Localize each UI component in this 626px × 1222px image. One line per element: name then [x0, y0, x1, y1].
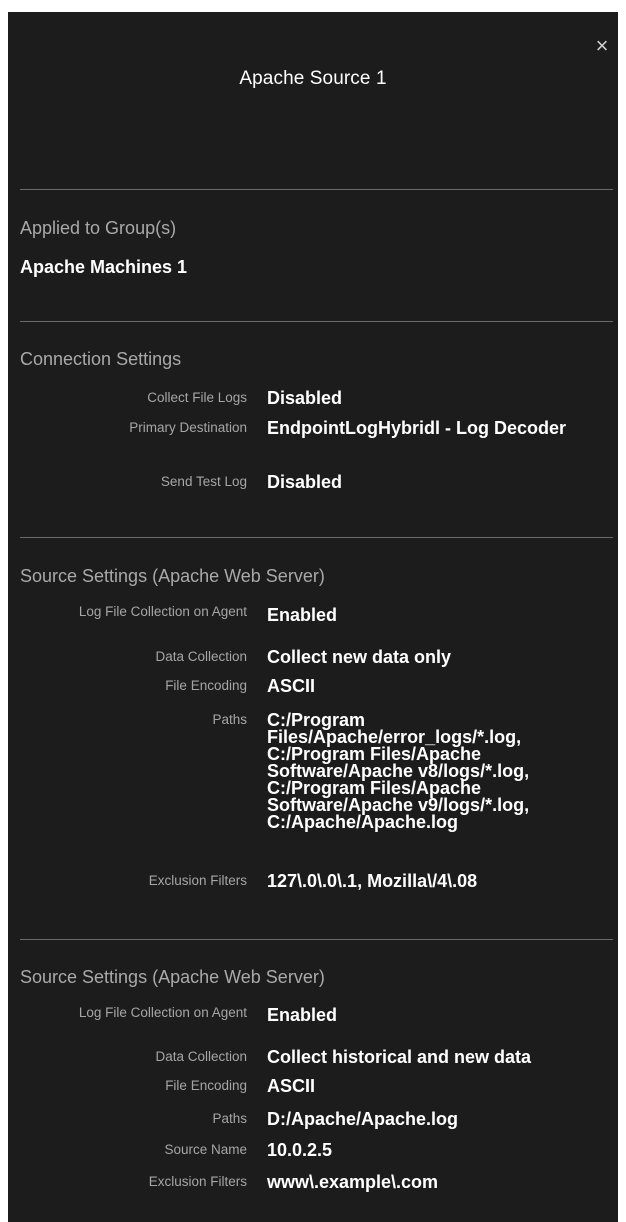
setting-value: C:/Program Files/Apache/error_logs/*.log…	[267, 710, 530, 832]
details-panel: × Apache Source 1 Applied to Group(s) Ap…	[8, 12, 618, 1222]
divider	[20, 189, 613, 190]
setting-value: Collect new data only	[267, 647, 452, 667]
source-settings-heading: Source Settings (Apache Web Server)	[20, 967, 325, 987]
panel-title: Apache Source 1	[239, 68, 387, 89]
setting-value: ASCII	[267, 1076, 316, 1096]
setting-label: Log File Collection on Agent	[78, 604, 247, 619]
divider	[20, 321, 613, 322]
setting-label: Send Test Log	[160, 474, 247, 489]
setting-label: Primary Destination	[129, 420, 247, 435]
setting-value: Collect historical and new data	[267, 1047, 532, 1067]
connection-settings-heading: Connection Settings	[20, 349, 182, 369]
setting-label: File Encoding	[165, 678, 247, 693]
setting-value: Enabled	[267, 1005, 338, 1025]
close-icon[interactable]: ×	[592, 35, 612, 57]
applied-groups-heading: Applied to Group(s)	[20, 218, 177, 238]
divider	[20, 939, 613, 940]
setting-value: D:/Apache/Apache.log	[267, 1109, 459, 1129]
setting-value: EndpointLogHybridl - Log Decoder	[267, 418, 566, 438]
setting-value: www\.example\.com	[267, 1172, 439, 1192]
setting-label: File Encoding	[165, 1078, 247, 1093]
applied-group-name: Apache Machines 1	[20, 257, 188, 277]
setting-value: 127\.0\.0\.1, Mozilla\/4\.08	[267, 871, 478, 891]
setting-label: Log File Collection on Agent	[78, 1005, 247, 1020]
setting-label: Exclusion Filters	[148, 1174, 247, 1189]
setting-value: Enabled	[267, 605, 338, 625]
setting-label: Collect File Logs	[147, 390, 247, 405]
setting-label: Paths	[212, 1111, 247, 1126]
source-settings-heading: Source Settings (Apache Web Server)	[20, 566, 325, 586]
setting-value: Disabled	[267, 472, 343, 492]
setting-label: Data Collection	[155, 1049, 247, 1064]
setting-value: ASCII	[267, 676, 316, 696]
setting-label: Data Collection	[155, 649, 247, 664]
setting-value: 10.0.2.5	[267, 1140, 333, 1160]
setting-value: Disabled	[267, 388, 343, 408]
setting-label: Exclusion Filters	[148, 873, 247, 888]
setting-label: Source Name	[164, 1142, 247, 1157]
setting-label: Paths	[212, 712, 247, 727]
divider	[20, 537, 613, 538]
